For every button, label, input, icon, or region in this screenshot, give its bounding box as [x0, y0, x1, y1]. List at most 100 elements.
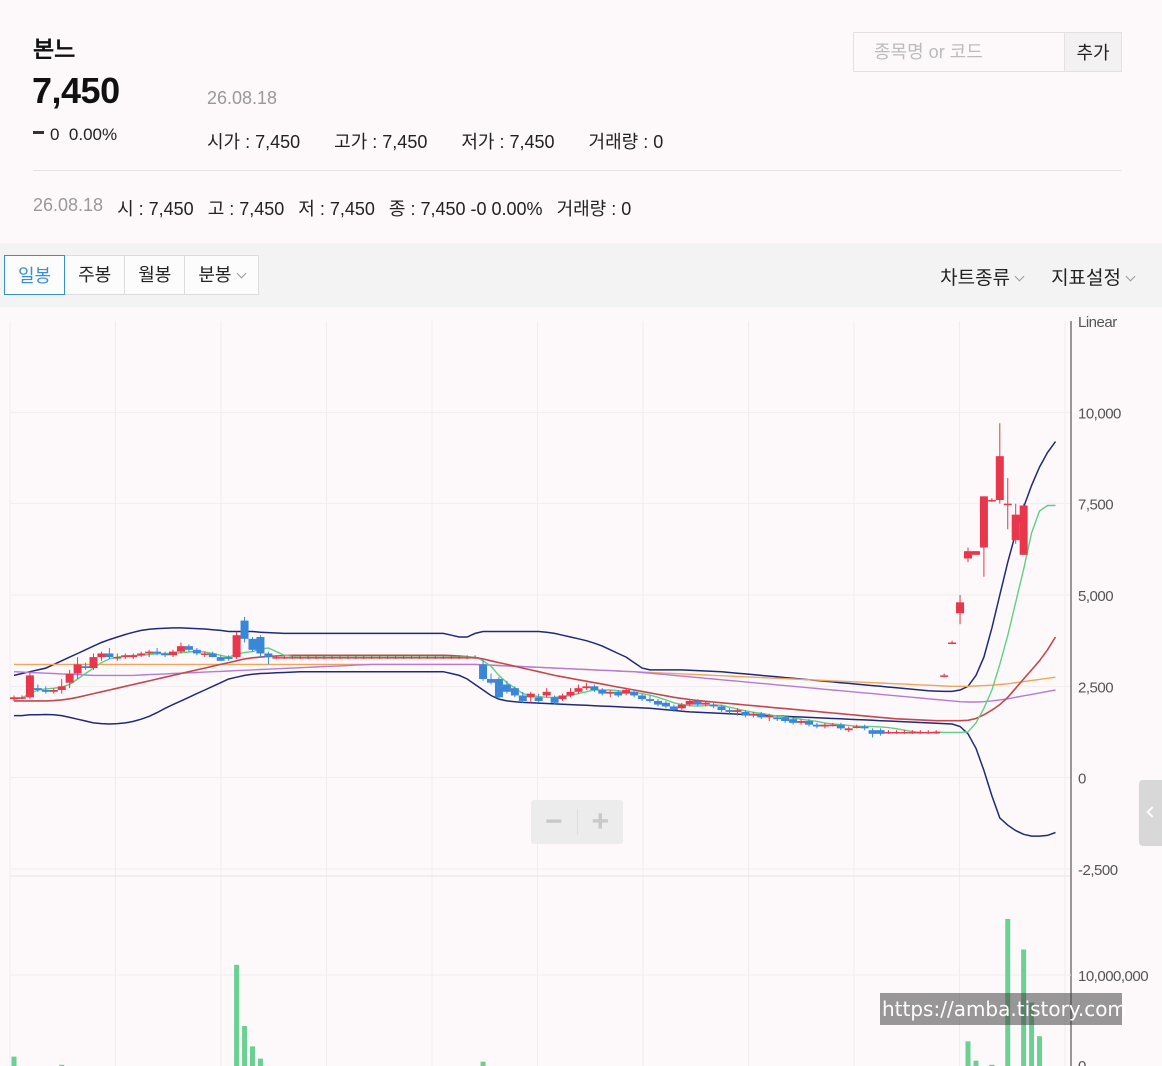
indicator-settings-label: 지표설정 [1051, 268, 1121, 289]
volume-tick-label: 10,000,000 [1078, 968, 1148, 985]
candle-up [415, 657, 424, 659]
candle-up [455, 657, 464, 659]
volume-bar [250, 1046, 255, 1066]
crosshair-close: 종 : 7,450 -0 0.00% [388, 199, 543, 219]
tab-minute[interactable]: 분봉 [185, 256, 258, 294]
candle-up [932, 732, 941, 734]
candle-up [677, 704, 686, 709]
zoom-in-button[interactable]: + [577, 800, 623, 844]
candle-up [471, 657, 480, 659]
candle-up [73, 664, 82, 674]
candle-up [200, 653, 209, 655]
candle-up [113, 657, 122, 659]
candle-up [431, 657, 440, 659]
volume-tick-label: 0 [1078, 1058, 1086, 1066]
candle-up [49, 689, 58, 692]
chart-toolbar: 일봉 주봉 월봉 분봉 차트종류 지표설정 [0, 243, 1162, 307]
candle-down [725, 710, 734, 712]
ma20-line [14, 636, 1057, 722]
y-tick-label: -2,500 [1078, 862, 1118, 879]
current-price: 7,450 [32, 70, 120, 111]
candle-down [248, 638, 257, 650]
candle-up [964, 551, 972, 559]
candle-up [89, 657, 98, 669]
candle-up [280, 657, 289, 659]
period-tabs: 일봉 주봉 월봉 분봉 [4, 255, 259, 295]
candle-up [288, 657, 297, 659]
candle-down [757, 713, 766, 718]
candle-up [526, 693, 535, 698]
candle-up [622, 689, 631, 694]
quote-date: 26.08.18 [207, 88, 278, 108]
candle-up [606, 691, 615, 694]
change-amount: 0 [50, 125, 60, 144]
chart-type-label: 차트종류 [940, 268, 1011, 289]
candle-down [534, 697, 543, 701]
candle-down [805, 721, 813, 725]
candle-up [987, 500, 996, 502]
volume-bar [257, 1058, 263, 1066]
candle-up [765, 715, 774, 718]
candle-down [781, 717, 790, 722]
candle-up [320, 657, 329, 659]
chevron-down-icon [1125, 271, 1136, 282]
candle-up [852, 726, 861, 729]
candle-up [391, 657, 400, 659]
chart-type-menu[interactable]: 차트종류 [940, 263, 1025, 290]
candle-up [685, 700, 694, 705]
candle-up [733, 710, 742, 712]
y-tick-label: 0 [1078, 771, 1086, 788]
candle-down [479, 664, 488, 680]
candle-up [10, 697, 18, 700]
candle-down [773, 717, 782, 720]
candle-up [407, 657, 416, 659]
candle-down [669, 706, 678, 711]
tab-minute-label: 분봉 [198, 265, 232, 285]
tab-daily[interactable]: 일봉 [4, 255, 66, 295]
candle-up [956, 602, 965, 614]
tab-weekly[interactable]: 주봉 [65, 256, 126, 294]
candle-up [916, 732, 925, 734]
candle-down [33, 688, 42, 690]
candle-down [153, 651, 162, 654]
candle-down [502, 684, 511, 692]
chevron-down-icon [1014, 271, 1025, 282]
candle-down [860, 726, 869, 729]
zoom-out-button[interactable]: − [531, 800, 577, 844]
candle-down [161, 653, 170, 656]
candle-down [630, 691, 639, 696]
candle-up [97, 653, 106, 658]
candle-up [296, 657, 305, 659]
price-chart[interactable]: -2,500 0 2,500 5,000 7,500 10,000 Linear 10,000… [0, 307, 1162, 1066]
candle-up [383, 657, 392, 659]
candle-up [304, 657, 313, 659]
candle-up [884, 732, 893, 734]
candle-down [614, 691, 623, 696]
candle-up [232, 635, 241, 658]
y-tick-label: 7,500 [1078, 497, 1113, 514]
indicator-settings-menu[interactable]: 지표설정 [1051, 263, 1136, 290]
add-button[interactable]: 추가 [1064, 33, 1121, 71]
candle-down [41, 689, 50, 692]
candle-down [876, 730, 885, 734]
candle-down [256, 637, 265, 654]
candle-down [836, 724, 845, 729]
candle-up [948, 642, 957, 644]
candle-down [550, 697, 559, 703]
volume-bar [1037, 1036, 1043, 1066]
candle-up [892, 732, 901, 734]
candle-up [797, 721, 806, 723]
crosshair-info: 26.08.18 시 : 7,450 고 : 7,450 저 : 7,450 종… [33, 195, 645, 221]
candle-up [940, 675, 949, 677]
candle-up [1019, 505, 1028, 555]
candle-down [646, 699, 654, 701]
side-panel-toggle[interactable] [1139, 780, 1162, 846]
candle-up [129, 655, 138, 658]
chevron-down-icon [236, 268, 246, 279]
candle-up [176, 646, 185, 652]
candle-down [224, 657, 233, 659]
tab-monthly[interactable]: 월봉 [125, 256, 186, 294]
candle-down [693, 700, 702, 705]
candle-down [717, 706, 726, 711]
search-input[interactable] [854, 33, 1064, 71]
